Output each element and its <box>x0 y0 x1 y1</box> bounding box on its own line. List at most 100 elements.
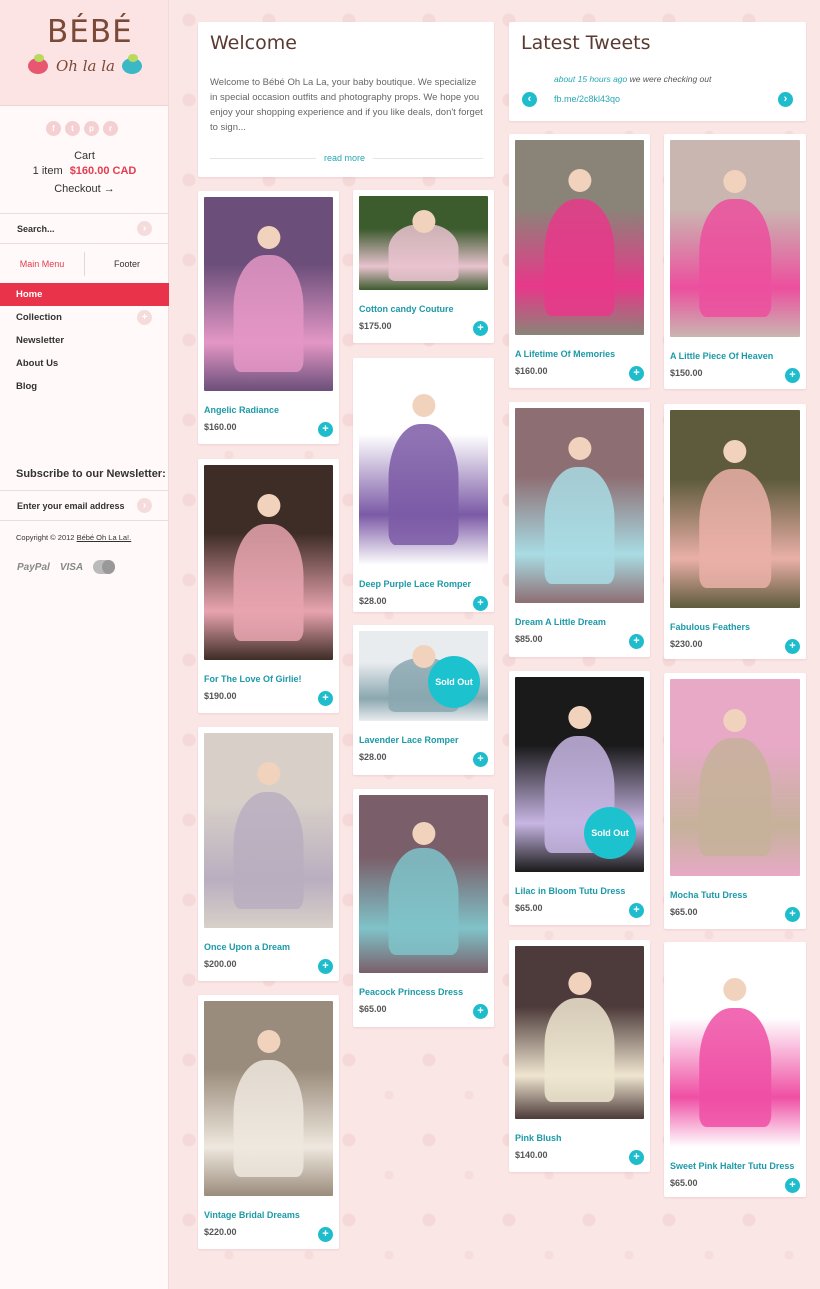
copyright-owner-link[interactable]: Bébé Oh La La!. <box>77 533 132 542</box>
product-photo-subject <box>233 255 304 372</box>
product-name[interactable]: Cotton candy Couture <box>359 304 454 314</box>
pinterest-icon[interactable]: p <box>84 121 99 136</box>
add-to-cart-button[interactable]: + <box>785 368 800 383</box>
newsletter-email-field[interactable]: Enter your email address › <box>0 490 169 521</box>
prev-tweet-button[interactable]: ‹ <box>522 92 537 107</box>
product-name[interactable]: Pink Blush <box>515 1133 562 1143</box>
add-to-cart-button[interactable]: + <box>318 422 333 437</box>
product-photo-head <box>723 977 747 1002</box>
product-image[interactable] <box>359 364 488 565</box>
product-image[interactable] <box>515 946 644 1119</box>
product-card[interactable]: A Little Piece Of Heaven $150.00 + <box>664 134 806 389</box>
add-to-cart-button[interactable]: + <box>318 1227 333 1242</box>
newsletter-submit-button[interactable]: › <box>137 498 152 513</box>
add-to-cart-button[interactable]: + <box>318 691 333 706</box>
product-image[interactable] <box>670 140 800 337</box>
product-card[interactable]: Peacock Princess Dress $65.00 + <box>353 789 494 1027</box>
product-name[interactable]: Peacock Princess Dress <box>359 987 463 997</box>
product-photo-head <box>567 437 592 461</box>
product-name[interactable]: A Lifetime Of Memories <box>515 349 615 359</box>
add-to-cart-button[interactable]: + <box>629 903 644 918</box>
tab-footer[interactable]: Footer <box>85 252 169 276</box>
twitter-icon[interactable]: t <box>65 121 80 136</box>
product-name[interactable]: Lavender Lace Romper <box>359 735 459 745</box>
read-more-link[interactable]: read more <box>316 153 374 163</box>
nav-item-collection[interactable]: Collection + <box>0 306 169 329</box>
add-to-cart-button[interactable]: + <box>473 321 488 336</box>
product-name[interactable]: Deep Purple Lace Romper <box>359 579 471 589</box>
product-image[interactable] <box>515 408 644 603</box>
product-card[interactable]: Fabulous Feathers $230.00 + <box>664 404 806 659</box>
nav-item-newsletter[interactable]: Newsletter <box>0 329 169 352</box>
product-photo-head <box>567 971 592 996</box>
product-image[interactable] <box>204 197 333 391</box>
tweets-title: Latest Tweets <box>521 32 651 54</box>
rss-icon[interactable]: r <box>103 121 118 136</box>
product-image[interactable] <box>670 410 800 608</box>
product-card[interactable]: Once Upon a Dream $200.00 + <box>198 727 339 981</box>
product-card[interactable]: Vintage Bridal Dreams $220.00 + <box>198 995 339 1249</box>
product-name[interactable]: Sweet Pink Halter Tutu Dress <box>670 1161 794 1171</box>
facebook-icon[interactable]: f <box>46 121 61 136</box>
next-tweet-button[interactable]: › <box>778 92 793 107</box>
add-to-cart-button[interactable]: + <box>629 366 644 381</box>
product-name[interactable]: Angelic Radiance <box>204 405 279 415</box>
product-card[interactable]: Sold Out Lavender Lace Romper $28.00 + <box>353 625 494 775</box>
product-card[interactable]: Mocha Tutu Dress $65.00 + <box>664 673 806 929</box>
product-image[interactable] <box>359 196 488 290</box>
tweet-link[interactable]: fb.me/2c8kl43qo <box>554 94 620 104</box>
payment-methods: PayPal VISA <box>17 560 116 574</box>
tab-main-menu[interactable]: Main Menu <box>0 252 84 276</box>
product-name[interactable]: For The Love Of Girlie! <box>204 674 302 684</box>
checkout-link[interactable]: Checkout → <box>0 183 169 195</box>
nav-item-blog[interactable]: Blog <box>0 375 169 398</box>
product-price: $65.00 <box>670 907 698 917</box>
product-name[interactable]: Once Upon a Dream <box>204 942 290 952</box>
add-to-cart-button[interactable]: + <box>629 634 644 649</box>
product-card[interactable]: For The Love Of Girlie! $190.00 + <box>198 459 339 713</box>
search-input[interactable]: Search... › <box>0 213 169 244</box>
product-name[interactable]: A Little Piece Of Heaven <box>670 351 773 361</box>
main-nav: Home Collection + Newsletter About Us Bl… <box>0 283 169 398</box>
product-name[interactable]: Vintage Bridal Dreams <box>204 1210 300 1220</box>
copyright-text: Copyright © 2012 <box>16 533 75 542</box>
product-name[interactable]: Lilac in Bloom Tutu Dress <box>515 886 625 896</box>
paypal-icon: PayPal <box>17 561 50 573</box>
product-image[interactable] <box>359 795 488 973</box>
product-card[interactable]: Sold Out Lilac in Bloom Tutu Dress $65.00 + <box>509 671 650 925</box>
add-to-cart-button[interactable]: + <box>785 1178 800 1193</box>
product-card[interactable]: Deep Purple Lace Romper $28.00 + <box>353 358 494 612</box>
product-card[interactable]: Angelic Radiance $160.00 + <box>198 191 339 444</box>
add-to-cart-button[interactable]: + <box>473 596 488 611</box>
add-to-cart-button[interactable]: + <box>785 907 800 922</box>
product-photo-subject <box>233 791 304 909</box>
product-photo-head <box>256 494 281 518</box>
product-card[interactable]: Dream A Little Dream $85.00 + <box>509 402 650 657</box>
search-button[interactable]: › <box>137 221 152 236</box>
expand-icon[interactable]: + <box>137 310 152 325</box>
product-image[interactable] <box>204 733 333 928</box>
logo[interactable]: BÉBÉ Oh la la <box>0 0 168 106</box>
tweet-time[interactable]: about 15 hours ago <box>554 74 627 84</box>
nav-item-home[interactable]: Home <box>0 283 169 306</box>
product-name[interactable]: Mocha Tutu Dress <box>670 890 747 900</box>
product-name[interactable]: Dream A Little Dream <box>515 617 606 627</box>
product-card[interactable]: A Lifetime Of Memories $160.00 + <box>509 134 650 388</box>
nav-item-about-us[interactable]: About Us <box>0 352 169 375</box>
product-image[interactable] <box>670 679 800 876</box>
product-image[interactable] <box>515 140 644 335</box>
product-name[interactable]: Fabulous Feathers <box>670 622 750 632</box>
product-image[interactable] <box>204 1001 333 1196</box>
product-image[interactable] <box>204 465 333 660</box>
product-card[interactable]: Sweet Pink Halter Tutu Dress $65.00 + <box>664 942 806 1197</box>
add-to-cart-button[interactable]: + <box>629 1150 644 1165</box>
add-to-cart-button[interactable]: + <box>473 752 488 767</box>
product-card[interactable]: Pink Blush $140.00 + <box>509 940 650 1172</box>
add-to-cart-button[interactable]: + <box>473 1004 488 1019</box>
product-image[interactable] <box>670 948 800 1147</box>
product-card[interactable]: Cotton candy Couture $175.00 + <box>353 190 494 343</box>
product-price: $230.00 <box>670 639 703 649</box>
add-to-cart-button[interactable]: + <box>785 639 800 654</box>
add-to-cart-button[interactable]: + <box>318 959 333 974</box>
product-photo-head <box>256 762 281 786</box>
